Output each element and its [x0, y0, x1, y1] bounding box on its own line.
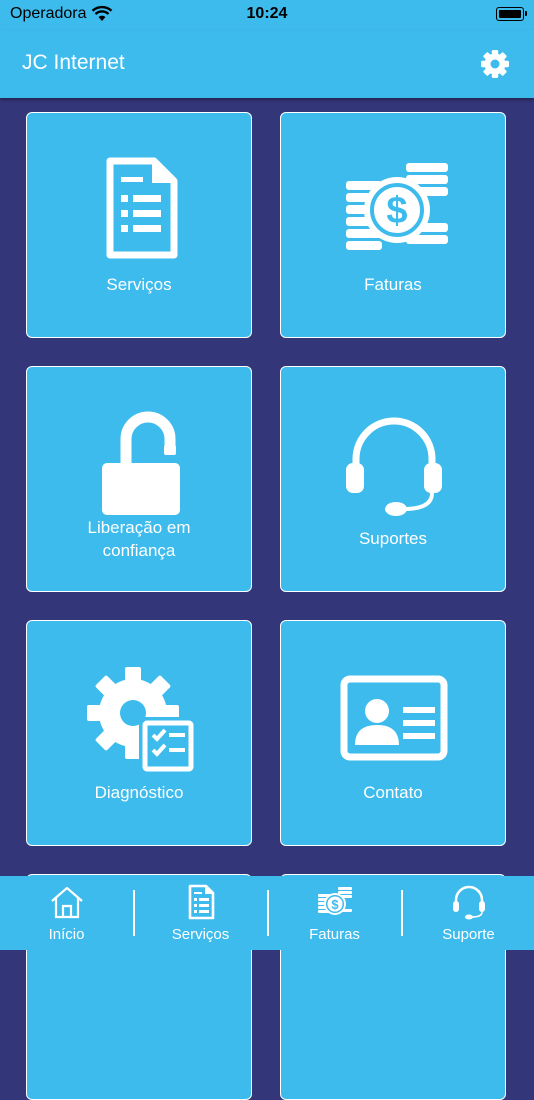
tile-label: Liberação em	[87, 518, 191, 537]
coins-dollar-icon: $	[346, 163, 448, 250]
tab-suporte[interactable]: Suporte	[402, 876, 534, 950]
document-list-icon	[188, 884, 215, 920]
settings-gear-icon[interactable]	[480, 49, 510, 79]
headset-icon	[346, 417, 442, 516]
tile-contato[interactable]: Contato	[280, 620, 506, 846]
tile-label: Faturas	[364, 275, 422, 294]
tile-diagnostico[interactable]: Diagnóstico	[26, 620, 252, 846]
tile-liberacao-confianca[interactable]: Liberação em confiança	[26, 366, 252, 592]
document-list-icon	[106, 157, 178, 259]
tile-label-line2: confiança	[102, 541, 176, 560]
battery-icon	[496, 7, 524, 21]
headset-icon	[453, 885, 485, 920]
tab-label: Início	[48, 926, 85, 943]
tile-label: Diagnóstico	[94, 783, 184, 802]
battery-tip	[525, 11, 527, 16]
contact-card-icon	[340, 675, 448, 761]
tab-label: Suporte	[442, 926, 495, 943]
tile-label: Contato	[363, 783, 423, 802]
app-title: JC Internet	[22, 51, 125, 74]
home-icon	[51, 886, 83, 919]
tile-faturas[interactable]: $ Faturas	[280, 112, 506, 338]
tile-label: Serviços	[106, 275, 172, 294]
bottom-tab-bar: Início Serviços $ Faturas Suporte	[0, 876, 534, 950]
app-header: JC Internet	[0, 30, 534, 98]
tab-label: Serviços	[171, 926, 230, 943]
svg-text:$: $	[386, 190, 407, 232]
coins-dollar-icon: $	[318, 887, 352, 915]
gear-checklist-icon	[87, 667, 194, 772]
tab-label: Faturas	[309, 926, 360, 943]
unlocked-padlock-icon	[102, 411, 180, 515]
tab-servicos[interactable]: Serviços	[134, 876, 267, 950]
svg-text:$: $	[331, 897, 339, 912]
tile-suportes[interactable]: Suportes	[280, 366, 506, 592]
tab-faturas[interactable]: $ Faturas	[268, 876, 401, 950]
tile-label: Suportes	[358, 529, 428, 548]
tile-servicos[interactable]: Serviços	[26, 112, 252, 338]
clock: 10:24	[246, 5, 288, 22]
status-bar: Operadora 10:24	[0, 0, 534, 30]
tab-inicio[interactable]: Início	[0, 876, 133, 950]
